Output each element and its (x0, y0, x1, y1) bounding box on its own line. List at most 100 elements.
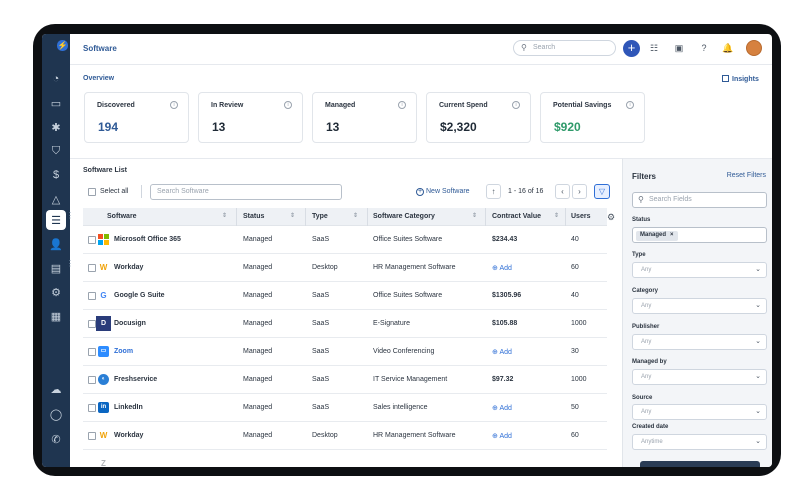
col-users[interactable]: Users (571, 213, 590, 220)
settings-icon[interactable]: ⚙ (46, 282, 66, 302)
filter-toggle-button[interactable]: ▽ (594, 184, 610, 199)
type-filter-select[interactable]: Any ⌄ (632, 262, 767, 278)
table-row[interactable]: Microsoft Office 365 Managed SaaS Office… (83, 226, 607, 254)
google-logo-icon: G (100, 291, 107, 300)
warning-icon[interactable]: △ (46, 189, 66, 209)
software-name[interactable]: Docusign (114, 320, 146, 327)
table-row[interactable]: D Docusign Managed SaaS E-Signature $105… (83, 310, 607, 338)
row-checkbox[interactable] (88, 320, 96, 328)
sort-icon[interactable]: ⇕ (353, 212, 358, 219)
info-icon[interactable]: i (398, 101, 406, 109)
info-icon[interactable]: i (626, 101, 634, 109)
col-contract[interactable]: Contract Value (492, 213, 541, 220)
row-checkbox[interactable] (88, 236, 96, 244)
insights-link[interactable]: Insights (722, 75, 759, 83)
sort-icon[interactable]: ⇕ (554, 212, 559, 219)
dashboard-icon[interactable]: ◔ (46, 69, 66, 89)
row-checkbox[interactable] (88, 292, 96, 300)
app-logo-icon[interactable]: ⚡ (57, 40, 68, 51)
managed-by-filter-label: Managed by (632, 359, 667, 365)
upload-button[interactable]: ↑ (486, 184, 501, 199)
column-settings-icon[interactable]: ⚙ (607, 212, 615, 223)
card-managed[interactable]: Managed i 13 (312, 92, 417, 143)
reset-filters-link[interactable]: Reset Filters (727, 172, 766, 179)
users-cell: 1000 (571, 320, 587, 327)
cloud-icon[interactable]: ☁ (46, 379, 66, 399)
global-search-input[interactable]: ⚲ Search (513, 40, 616, 56)
calendar-icon[interactable]: ▣ (673, 42, 685, 54)
row-checkbox[interactable] (88, 432, 96, 440)
phone-icon[interactable]: ✆ (46, 429, 66, 449)
help-icon[interactable]: ? (698, 42, 710, 54)
dollar-icon[interactable]: $ (46, 165, 66, 185)
next-page-button[interactable]: › (572, 184, 587, 199)
row-checkbox[interactable] (88, 264, 96, 272)
avatar[interactable] (746, 40, 762, 56)
card-discovered[interactable]: Discovered i 194 (84, 92, 189, 143)
row-checkbox[interactable] (88, 348, 96, 356)
sort-icon[interactable]: ⇕ (472, 212, 477, 219)
add-button[interactable]: + (623, 40, 640, 57)
software-name[interactable]: LinkedIn (114, 404, 143, 411)
col-software[interactable]: Software (107, 213, 137, 220)
col-status[interactable]: Status (243, 213, 264, 220)
table-icon[interactable]: ▦ (46, 306, 66, 326)
card-potential-savings[interactable]: Potential Savings i $920 (540, 92, 645, 143)
info-icon[interactable]: i (284, 101, 292, 109)
select-all-label[interactable]: Select all (100, 188, 128, 195)
card-current-spend[interactable]: Current Spend i $2,320 (426, 92, 531, 143)
table-row[interactable]: W Workday Managed Desktop HR Management … (83, 422, 607, 450)
managed-by-filter-select[interactable]: Any ⌄ (632, 369, 767, 385)
add-contract-link[interactable]: ⊕ Add (492, 348, 512, 356)
add-contract-link[interactable]: ⊕ Add (492, 404, 512, 412)
software-name[interactable]: Workday (114, 264, 143, 271)
software-name[interactable]: Microsoft Office 365 (114, 236, 181, 243)
software-name[interactable]: Workday (114, 432, 143, 439)
reports-icon[interactable]: ▤ (46, 258, 66, 278)
software-name[interactable]: Freshservice (114, 376, 157, 383)
category-filter-select[interactable]: Any ⌄ (632, 298, 767, 314)
sort-icon[interactable]: ⇕ (222, 212, 227, 219)
contract-cell: $97.32 (492, 376, 514, 383)
users-icon[interactable]: 👤 (46, 234, 66, 254)
apply-filters-button[interactable] (640, 461, 760, 467)
software-search-input[interactable]: Search Software (150, 184, 342, 200)
status-chip[interactable]: Managed × (636, 231, 678, 241)
info-icon[interactable]: i (170, 101, 178, 109)
row-checkbox[interactable] (88, 376, 96, 384)
filter-search-input[interactable]: ⚲ Search Fields (632, 192, 767, 208)
table-row-partial[interactable]: Z (83, 450, 607, 467)
inbox-icon[interactable]: ▭ (46, 93, 66, 113)
bell-icon[interactable]: 🔔 (722, 42, 734, 54)
source-filter-select[interactable]: Any ⌄ (632, 404, 767, 420)
card-in-review[interactable]: In Review i 13 (198, 92, 303, 143)
checklist-icon[interactable]: ☷ (648, 42, 660, 54)
software-name[interactable]: Google G Suite (114, 292, 165, 299)
table-row[interactable]: G Google G Suite Managed SaaS Office Sui… (83, 282, 607, 310)
created-date-filter-select[interactable]: Anytime ⌄ (632, 434, 767, 450)
chat-icon[interactable]: ◯ (46, 404, 66, 424)
new-software-button[interactable]: + New Software (416, 188, 470, 196)
info-icon[interactable]: i (512, 101, 520, 109)
status-filter-field[interactable]: Managed × (632, 227, 767, 243)
software-name[interactable]: Zoom (114, 348, 133, 355)
zendesk-logo-icon: Z (101, 459, 106, 467)
select-all-checkbox[interactable] (88, 188, 96, 196)
table-row[interactable]: in LinkedIn Managed SaaS Sales intellige… (83, 394, 607, 422)
add-contract-link[interactable]: ⊕ Add (492, 432, 512, 440)
table-row[interactable]: ◐ Freshservice Managed SaaS IT Service M… (83, 366, 607, 394)
type-cell: SaaS (312, 404, 330, 411)
add-contract-link[interactable]: ⊕ Add (492, 264, 512, 272)
sort-icon[interactable]: ⇕ (290, 212, 295, 219)
prev-page-button[interactable]: ‹ (555, 184, 570, 199)
shield-icon[interactable]: ⛉ (46, 141, 66, 161)
col-category[interactable]: Software Category (373, 213, 435, 220)
col-type[interactable]: Type (312, 213, 328, 220)
bug-icon[interactable]: ✱ (46, 117, 66, 137)
remove-chip-icon[interactable]: × (670, 232, 674, 238)
table-row[interactable]: ▭ Zoom Managed SaaS Video Conferencing ⊕… (83, 338, 607, 366)
table-row[interactable]: W Workday Managed Desktop HR Management … (83, 254, 607, 282)
row-checkbox[interactable] (88, 404, 96, 412)
software-stack-icon[interactable]: ☰ (46, 210, 66, 230)
publisher-filter-select[interactable]: Any ⌄ (632, 334, 767, 350)
